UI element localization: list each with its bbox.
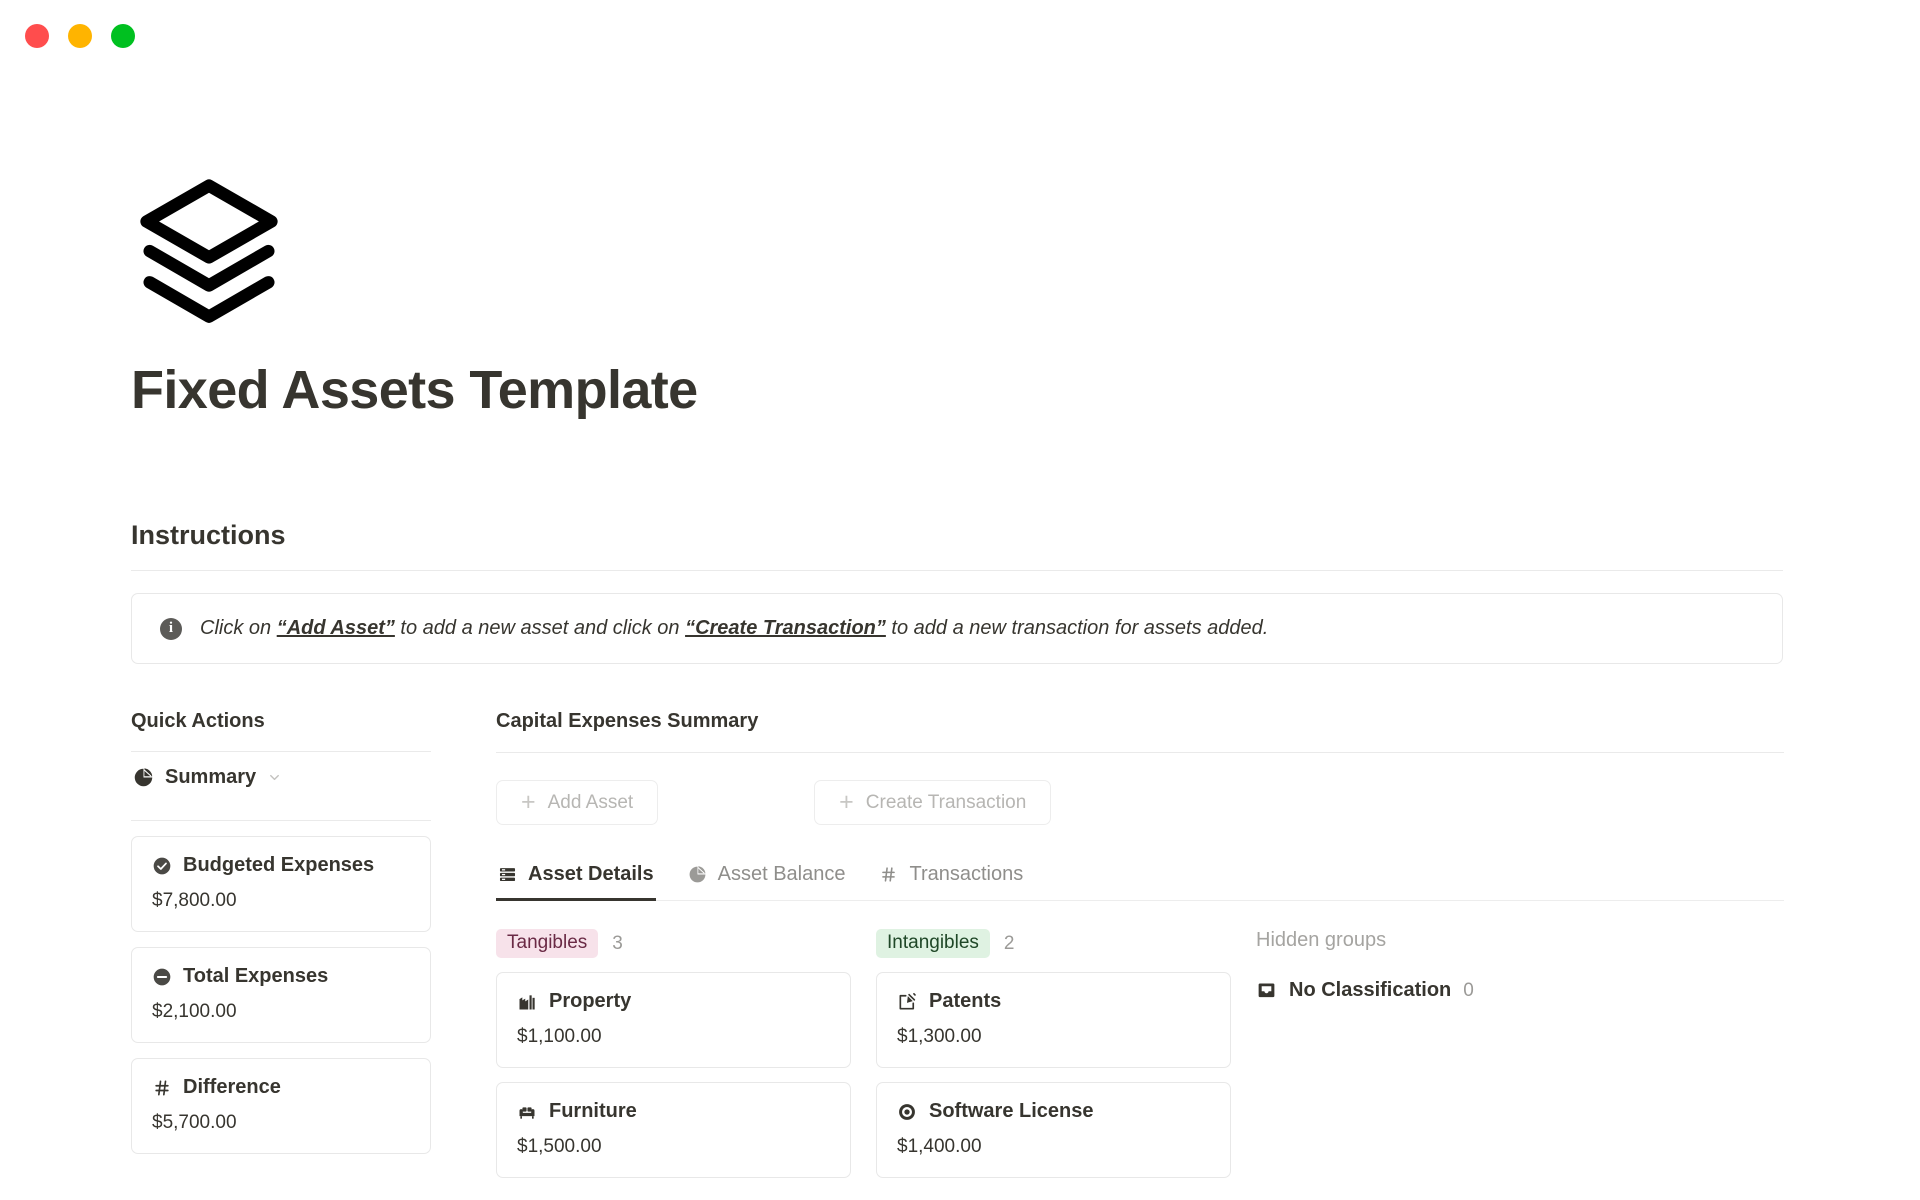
tab-asset-balance-label: Asset Balance	[717, 863, 846, 885]
stat-value: $5,700.00	[152, 1112, 237, 1133]
group-count: 2	[1003, 932, 1015, 954]
window-controls	[25, 24, 135, 48]
pie-chart-icon	[133, 767, 154, 788]
action-buttons-spacer	[658, 780, 814, 825]
stat-name: Budgeted Expenses	[183, 854, 375, 876]
summary-toggle[interactable]: Summary	[131, 752, 431, 802]
add-asset-label: Add Asset	[547, 791, 634, 813]
info-icon: i	[160, 617, 182, 640]
chevron-down-icon[interactable]	[267, 770, 282, 785]
callout-emphasis-add-asset: “Add Asset”	[276, 617, 395, 639]
callout-text-3: to add a new transaction for assets adde…	[885, 617, 1269, 639]
stat-card-total-expenses[interactable]: Total Expenses $2,100.00	[131, 947, 431, 1043]
group-intangibles: Intangibles 2 Patents $1,300.00 Software…	[876, 929, 1231, 1178]
inbox-icon	[1256, 980, 1277, 1001]
minimize-window-button[interactable]	[68, 24, 92, 48]
stat-header: Total Expenses	[152, 965, 410, 988]
close-window-button[interactable]	[25, 24, 49, 48]
asset-header: Furniture	[517, 1100, 830, 1123]
group-header: Intangibles 2	[876, 929, 1231, 958]
capital-expenses-panel: Capital Expenses Summary + Add Asset + C…	[496, 710, 1784, 1178]
hash-icon	[879, 865, 898, 884]
asset-value: $1,400.00	[897, 1136, 982, 1157]
content-columns: Quick Actions Summary Budgeted Expenses …	[131, 710, 1784, 1178]
stat-header: Difference	[152, 1076, 410, 1099]
stat-value: $2,100.00	[152, 1001, 237, 1022]
group-badge-tangibles[interactable]: Tangibles	[496, 929, 599, 958]
sofa-icon	[517, 1102, 537, 1122]
stat-header: Budgeted Expenses	[152, 854, 410, 877]
tab-transactions[interactable]: Transactions	[877, 853, 1025, 900]
pie-chart-icon	[688, 865, 707, 884]
tab-asset-details-label: Asset Details	[528, 863, 654, 885]
window-titlebar	[0, 0, 1920, 72]
instructions-callout: i Click on “Add Asset” to add a new asse…	[131, 593, 1783, 664]
action-buttons-row: + Add Asset + Create Transaction	[496, 780, 1780, 825]
page-title: Fixed Assets Template	[131, 360, 698, 420]
asset-header: Patents	[897, 990, 1210, 1013]
asset-groups: Tangibles 3 Property $1,100.00 Furniture…	[496, 929, 1780, 1178]
check-circle-icon	[152, 856, 172, 876]
plus-icon: +	[521, 788, 536, 816]
summary-label: Summary	[165, 766, 257, 788]
stat-card-difference[interactable]: Difference $5,700.00	[131, 1058, 431, 1154]
callout-emphasis-create-transaction: “Create Transaction”	[685, 617, 886, 639]
layers-icon	[131, 170, 287, 326]
page-content: Fixed Assets Template Instructions i Cli…	[0, 170, 1920, 1178]
asset-header: Property	[517, 990, 830, 1013]
hidden-groups-column: Hidden groups No Classification 0	[1256, 929, 1780, 1178]
asset-card-patents[interactable]: Patents $1,300.00	[876, 972, 1231, 1068]
stat-value: $7,800.00	[152, 890, 237, 911]
plus-icon: +	[839, 788, 854, 816]
hash-icon	[152, 1078, 172, 1098]
add-asset-button[interactable]: + Add Asset	[496, 780, 659, 825]
stat-name: Difference	[183, 1076, 281, 1098]
tab-asset-details[interactable]: Asset Details	[496, 853, 656, 901]
minus-circle-icon	[152, 967, 172, 987]
asset-value: $1,100.00	[517, 1026, 602, 1047]
target-icon	[897, 1102, 917, 1122]
summary-divider	[131, 820, 431, 821]
hidden-group-no-classification[interactable]: No Classification 0	[1256, 979, 1780, 1002]
asset-header: Software License	[897, 1100, 1210, 1123]
capital-expenses-title: Capital Expenses Summary	[496, 710, 759, 732]
asset-card-furniture[interactable]: Furniture $1,500.00	[496, 1082, 851, 1178]
asset-card-property[interactable]: Property $1,100.00	[496, 972, 851, 1068]
pencil-square-icon	[897, 992, 917, 1012]
capital-expenses-divider	[496, 752, 1784, 753]
asset-name: Patents	[929, 990, 1002, 1012]
create-transaction-button[interactable]: + Create Transaction	[814, 780, 1052, 825]
tab-transactions-label: Transactions	[909, 863, 1024, 885]
quick-actions-title: Quick Actions	[131, 710, 265, 732]
asset-value: $1,300.00	[897, 1026, 982, 1047]
instructions-divider	[131, 570, 1783, 571]
building-icon	[517, 992, 537, 1012]
asset-card-software-license[interactable]: Software License $1,400.00	[876, 1082, 1231, 1178]
group-count: 3	[612, 932, 623, 954]
stat-name: Total Expenses	[183, 965, 329, 987]
asset-value: $1,500.00	[517, 1136, 602, 1157]
group-header: Tangibles 3	[496, 929, 851, 958]
group-badge-intangibles[interactable]: Intangibles	[876, 929, 990, 958]
asset-name: Property	[549, 990, 632, 1012]
asset-name: Software License	[929, 1100, 1094, 1122]
quick-actions-sidebar: Quick Actions Summary Budgeted Expenses …	[131, 710, 431, 1178]
hidden-group-count: 0	[1463, 979, 1474, 1001]
instructions-callout-text: Click on “Add Asset” to add a new asset …	[200, 615, 1268, 642]
hidden-group-name: No Classification	[1289, 979, 1452, 1001]
callout-text-1: Click on	[200, 617, 277, 639]
create-transaction-label: Create Transaction	[865, 791, 1027, 813]
instructions-heading: Instructions	[131, 520, 286, 550]
stat-card-budgeted-expenses[interactable]: Budgeted Expenses $7,800.00	[131, 836, 431, 932]
hidden-groups-title: Hidden groups	[1256, 929, 1387, 951]
list-rows-icon	[498, 865, 517, 884]
callout-text-2: to add a new asset and click on	[394, 617, 686, 639]
asset-name: Furniture	[549, 1100, 637, 1122]
tab-asset-balance[interactable]: Asset Balance	[686, 853, 848, 900]
group-tangibles: Tangibles 3 Property $1,100.00 Furniture…	[496, 929, 851, 1178]
maximize-window-button[interactable]	[111, 24, 135, 48]
view-tabs: Asset Details Asset Balance Transactions	[496, 853, 1784, 901]
